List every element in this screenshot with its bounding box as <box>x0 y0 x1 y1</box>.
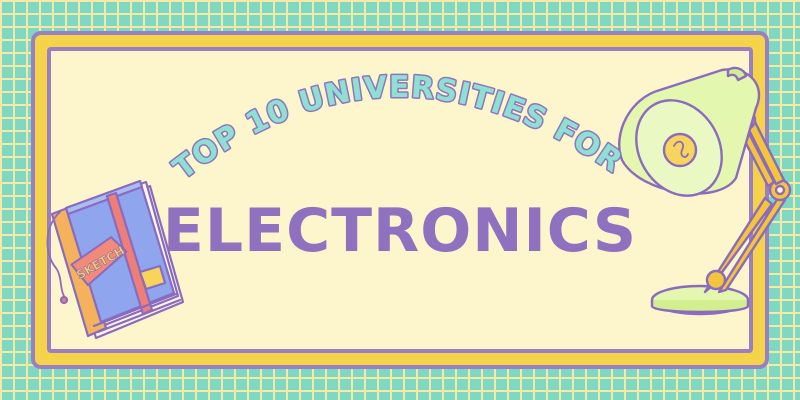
subtitle-text: TOP 10 UNIVERSITIES FOR <box>167 70 629 187</box>
page-title: ELECTRONICS <box>162 196 638 266</box>
subtitle: TOP 10 UNIVERSITIES FOR <box>166 68 630 188</box>
